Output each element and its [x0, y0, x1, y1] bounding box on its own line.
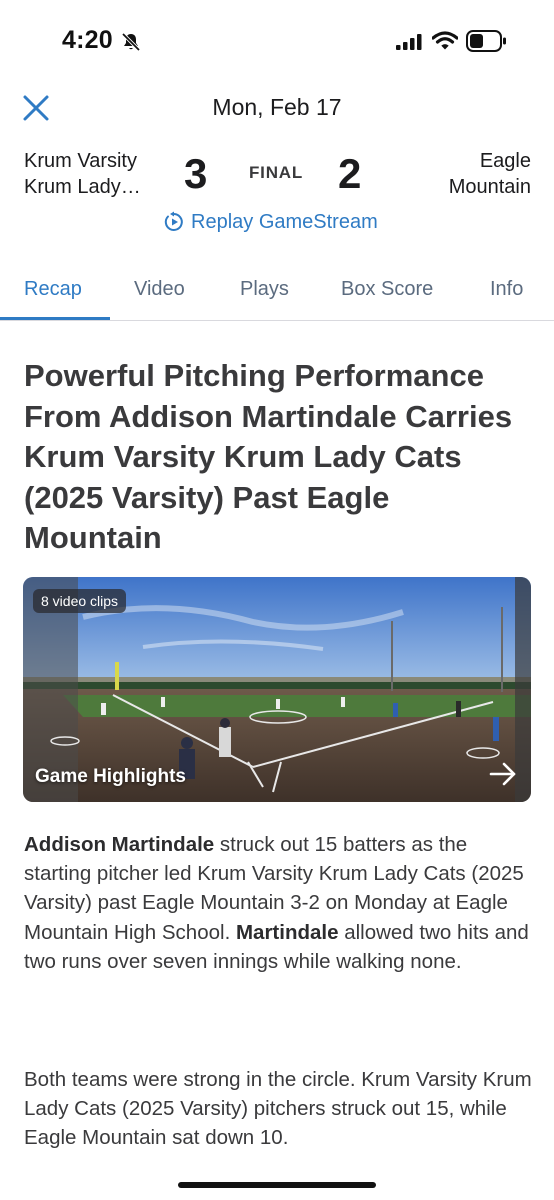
away-team-line2: Mountain [448, 176, 531, 198]
video-clips-badge: 8 video clips [33, 589, 127, 613]
tab-info[interactable]: Info [490, 278, 523, 301]
home-indicator[interactable] [178, 1182, 376, 1188]
tab-box-score[interactable]: Box Score [341, 278, 433, 301]
home-team-line1: Krum Varsity [24, 150, 137, 172]
player-name: Martindale [235, 920, 339, 944]
away-score: 2 [338, 150, 362, 197]
arrow-right-icon [489, 762, 517, 786]
game-date-title: Mon, Feb 17 [212, 94, 342, 120]
away-team-line1: Eagle [479, 150, 531, 172]
article-paragraph-2: Both teams were strong in the circle. Kr… [24, 1068, 532, 1150]
tab-plays[interactable]: Plays [240, 278, 289, 301]
game-status: FINAL [249, 163, 304, 182]
replay-gamestream-link[interactable]: Replay GameStream [163, 209, 378, 235]
tab-video[interactable]: Video [134, 278, 185, 301]
game-highlights-video-card[interactable]: 8 video clips Game Highlights [23, 577, 531, 802]
active-tab-indicator [0, 317, 110, 320]
battery-icon [466, 30, 508, 57]
tab-recap[interactable]: Recap [24, 278, 82, 301]
article-headline: Powerful Pitching Performance From Addis… [24, 358, 513, 555]
player-name: Addison Martindale [24, 833, 215, 856]
wifi-icon [431, 31, 459, 56]
away-team-name[interactable]: Eagle Mountain [449, 148, 531, 200]
tab-bar: Recap Video Plays Box Score Info [0, 268, 554, 321]
home-team-name[interactable]: Krum Varsity Krum Lady… [24, 148, 141, 200]
status-time: 4:20 [62, 26, 113, 54]
status-bar: 4:20 [0, 0, 554, 84]
replay-label: Replay GameStream [191, 210, 378, 233]
article-paragraph-1: Addison Martindale struck out 15 batters… [24, 830, 534, 976]
cellular-signal-icon [396, 34, 424, 55]
replay-icon [164, 211, 183, 231]
home-team-line2: Krum Lady… [24, 176, 141, 198]
video-title: Game Highlights [35, 766, 186, 787]
home-score: 3 [184, 150, 208, 197]
bell-muted-icon [120, 31, 142, 58]
